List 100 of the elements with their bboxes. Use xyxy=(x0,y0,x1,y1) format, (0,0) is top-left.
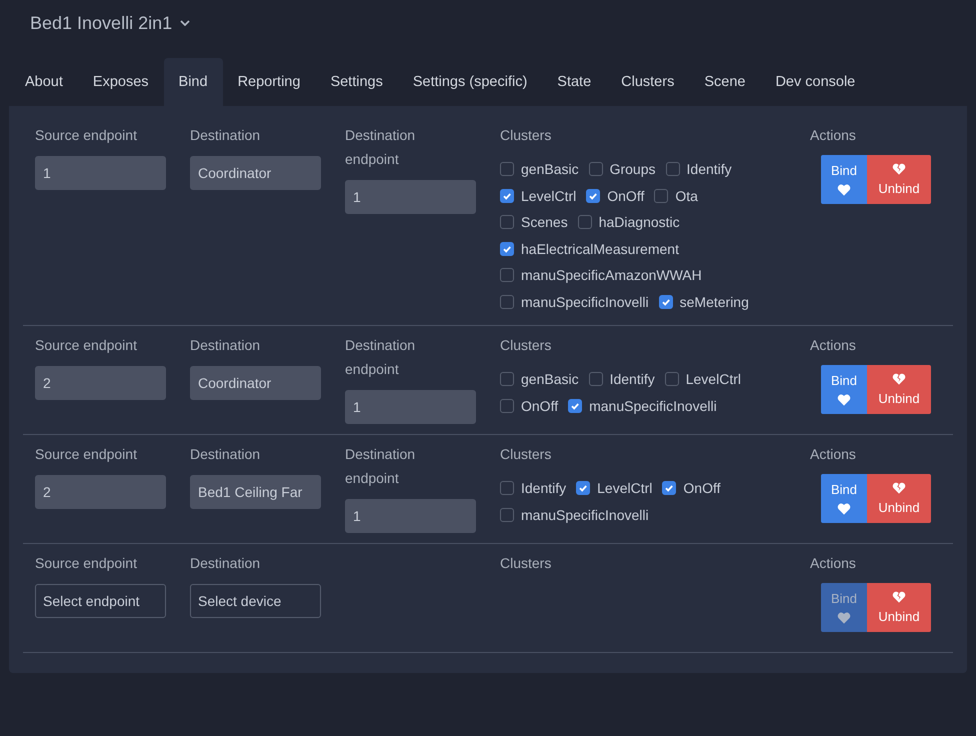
checkbox[interactable] xyxy=(500,372,514,386)
chevron-down-icon[interactable] xyxy=(180,20,190,26)
cluster-label[interactable]: LevelCtrl xyxy=(521,188,576,204)
destination-select[interactable]: Select device xyxy=(190,584,321,618)
check-icon xyxy=(502,244,512,254)
field-label: Destination endpoint xyxy=(345,336,416,379)
checkbox[interactable] xyxy=(664,372,679,386)
tab[interactable]: Scene xyxy=(689,58,760,106)
tab[interactable]: Exposes xyxy=(78,58,164,106)
cluster-label[interactable]: seMetering xyxy=(680,294,749,310)
heart-icon xyxy=(837,184,851,196)
cluster-label[interactable]: OnOff xyxy=(521,398,558,414)
destination-endpoint-field[interactable]: 1 xyxy=(345,499,476,533)
source-endpoint-field[interactable]: 2 xyxy=(35,475,166,509)
field-label: Source endpoint xyxy=(35,336,138,355)
checkbox[interactable] xyxy=(576,481,590,496)
checkbox[interactable] xyxy=(500,398,514,413)
field-label: Actions xyxy=(810,336,857,355)
heart-icon xyxy=(837,503,851,515)
tab[interactable]: Settings xyxy=(315,58,398,106)
cluster-label[interactable]: OnOff xyxy=(683,480,720,496)
checkbox[interactable] xyxy=(666,162,680,176)
tab[interactable]: Clusters xyxy=(606,58,690,106)
checkbox[interactable] xyxy=(500,215,514,230)
tab[interactable]: About xyxy=(10,58,78,106)
cluster-label[interactable]: Scenes xyxy=(521,214,568,230)
unbind-button[interactable]: Unbind xyxy=(867,474,931,523)
cluster-label[interactable]: Identify xyxy=(521,480,566,496)
heart-icon xyxy=(837,394,851,406)
checkbox[interactable] xyxy=(588,372,603,386)
cluster-label[interactable]: haElectricalMeasurement xyxy=(521,240,679,257)
cluster-label[interactable]: LevelCtrl xyxy=(597,480,652,496)
field-label: Destination xyxy=(190,336,262,355)
tab[interactable]: State xyxy=(542,58,606,106)
field-label: Destination xyxy=(190,445,262,464)
tab[interactable]: Dev console xyxy=(760,58,870,106)
field-label: Actions xyxy=(810,554,857,573)
cluster-label[interactable]: Groups xyxy=(610,161,656,178)
cluster-label[interactable]: genBasic xyxy=(521,161,579,178)
checkbox[interactable] xyxy=(500,188,514,203)
cluster-label[interactable]: Identify xyxy=(686,161,732,178)
field-label: Clusters xyxy=(500,445,552,464)
checkbox[interactable] xyxy=(658,294,673,309)
field-label: Actions xyxy=(810,445,857,464)
checkbox[interactable] xyxy=(568,398,582,413)
tab[interactable]: Bind xyxy=(164,58,223,106)
check-icon xyxy=(660,296,671,307)
destination-endpoint-field[interactable]: 1 xyxy=(345,390,476,424)
checkbox[interactable] xyxy=(500,242,514,256)
cluster-label[interactable]: genBasic xyxy=(521,371,579,388)
checkbox[interactable] xyxy=(500,294,514,309)
unbind-button[interactable]: Unbind xyxy=(867,155,931,204)
device-title[interactable]: Bed1 Inovelli 2in1 xyxy=(30,12,172,34)
bind-button[interactable]: Bind xyxy=(821,365,867,414)
unbind-button[interactable]: Unbind xyxy=(867,583,931,632)
checkbox[interactable] xyxy=(500,268,514,282)
bind-button[interactable]: Bind xyxy=(821,474,867,523)
field-label: Actions xyxy=(810,126,857,145)
checkbox[interactable] xyxy=(500,162,514,176)
cluster-label[interactable]: LevelCtrl xyxy=(686,371,741,388)
cluster-label[interactable]: OnOff xyxy=(607,188,644,204)
broken-heart-icon xyxy=(892,163,906,175)
broken-heart-icon xyxy=(892,482,906,494)
bind-button[interactable]: Bind xyxy=(821,155,867,204)
field-label: Clusters xyxy=(500,126,552,145)
destination-endpoint-field[interactable]: 1 xyxy=(345,180,476,214)
destination-field[interactable]: Bed1 Ceiling Far xyxy=(190,475,321,509)
field-label: Destination endpoint xyxy=(345,445,416,488)
heart-icon xyxy=(837,612,851,624)
field-label: Destination xyxy=(190,126,262,145)
cluster-label[interactable]: Identify xyxy=(610,371,655,388)
field-label: Destination xyxy=(190,554,262,573)
field-label: Clusters xyxy=(500,336,552,355)
cluster-label[interactable]: manuSpecificInovelli xyxy=(521,506,649,523)
cluster-label[interactable]: haDiagnostic xyxy=(598,214,680,230)
check-icon xyxy=(664,483,674,494)
tab[interactable]: Settings (specific) xyxy=(398,58,542,106)
checkbox[interactable] xyxy=(578,215,592,230)
cluster-label[interactable]: manuSpecificInovelli xyxy=(589,398,717,414)
checkbox[interactable] xyxy=(500,508,514,522)
destination-field[interactable]: Coordinator xyxy=(190,156,321,190)
check-icon xyxy=(570,400,580,411)
check-icon xyxy=(578,483,588,494)
field-label: Source endpoint xyxy=(35,126,138,145)
cluster-label[interactable]: Ota xyxy=(675,188,698,204)
source-endpoint-select[interactable]: Select endpoint xyxy=(35,584,166,618)
checkbox[interactable] xyxy=(586,188,600,203)
destination-field[interactable]: Coordinator xyxy=(190,366,321,400)
checkbox[interactable] xyxy=(588,162,603,176)
cluster-label[interactable]: manuSpecificAmazonWWAH xyxy=(521,267,702,284)
unbind-button[interactable]: Unbind xyxy=(867,365,931,414)
checkbox[interactable] xyxy=(500,481,514,496)
check-icon xyxy=(588,190,598,201)
checkbox[interactable] xyxy=(654,188,668,203)
field-label: Clusters xyxy=(500,554,552,573)
source-endpoint-field[interactable]: 1 xyxy=(35,156,166,190)
tab[interactable]: Reporting xyxy=(222,58,316,106)
source-endpoint-field[interactable]: 2 xyxy=(35,366,166,400)
checkbox[interactable] xyxy=(662,481,676,496)
cluster-label[interactable]: manuSpecificInovelli xyxy=(521,294,649,310)
